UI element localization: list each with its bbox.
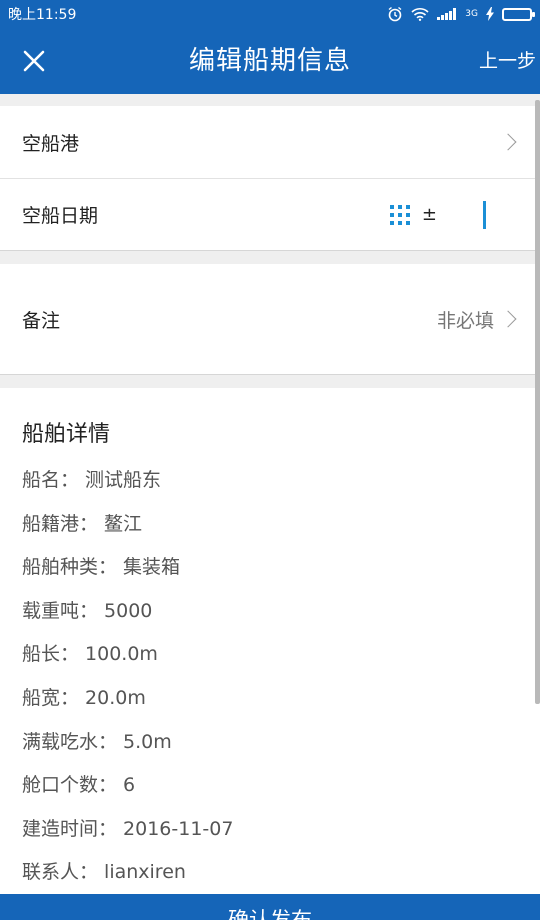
- empty-port-label: 空船港: [22, 132, 80, 155]
- remark-label: 备注: [22, 309, 61, 332]
- status-bar: 晚上11:59 3G: [0, 0, 540, 28]
- scrollbar[interactable]: [535, 100, 540, 704]
- text-cursor: [483, 200, 486, 229]
- screen: 晚上11:59 3G 编辑船期信息 上一步 空船港 空船日期 ± 备注 非必填 …: [0, 0, 540, 920]
- chevron-right-icon: [499, 133, 517, 151]
- ship-details: 船舶详情 船名： 测试船东 船籍港： 鳌江 船舶种类： 集装箱 载重吨： 500…: [0, 388, 540, 894]
- app-bar: 编辑船期信息 上一步: [0, 28, 540, 94]
- detail-deadweight: 载重吨： 5000: [22, 599, 153, 622]
- detail-length: 船长： 100.0m: [22, 643, 158, 666]
- grid-icon[interactable]: [389, 204, 410, 225]
- remark-row[interactable]: 备注 非必填: [0, 264, 540, 374]
- detail-contact: 联系人： lianxiren: [22, 861, 186, 884]
- wifi-icon: [411, 8, 429, 21]
- status-time: 晚上11:59: [8, 7, 77, 23]
- signal-icon: [437, 8, 457, 20]
- detail-registry-port: 船籍港： 鳌江: [22, 512, 143, 535]
- close-button[interactable]: [14, 41, 54, 81]
- detail-build-date: 建造时间： 2016-11-07: [22, 817, 234, 840]
- confirm-publish-button[interactable]: 确认发布: [0, 894, 540, 920]
- status-icons: 3G: [387, 6, 535, 22]
- prev-step-button[interactable]: 上一步: [479, 28, 536, 94]
- ship-details-title: 船舶详情: [22, 422, 111, 447]
- detail-draft: 满载吃水： 5.0m: [22, 730, 172, 753]
- empty-port-row[interactable]: 空船港: [0, 106, 540, 178]
- remark-hint: 非必填: [436, 309, 494, 332]
- battery-icon: [502, 7, 535, 21]
- remark-section: 备注 非必填: [0, 264, 540, 375]
- alarm-icon: [388, 6, 402, 22]
- close-icon: [23, 50, 45, 72]
- page-title: 编辑船期信息: [188, 46, 351, 76]
- charging-icon: [486, 7, 494, 21]
- detail-width: 船宽： 20.0m: [22, 686, 146, 709]
- chevron-right-icon: [499, 310, 517, 328]
- plus-minus-text: ±: [421, 204, 437, 225]
- detail-hatch-count: 舱口个数： 6: [22, 774, 136, 797]
- empty-date-label: 空船日期: [22, 205, 99, 227]
- content: 空船港 空船日期 ± 备注 非必填 船舶详情 船名： 测试船东 船籍港： 鳌江 …: [0, 94, 540, 894]
- network-type: 3G: [465, 9, 478, 19]
- empty-date-row[interactable]: 空船日期 ±: [0, 178, 540, 250]
- detail-ship-type: 船舶种类： 集装箱: [22, 556, 181, 579]
- detail-ship-name: 船名： 测试船东: [22, 469, 162, 491]
- port-date-section: 空船港 空船日期 ±: [0, 106, 540, 251]
